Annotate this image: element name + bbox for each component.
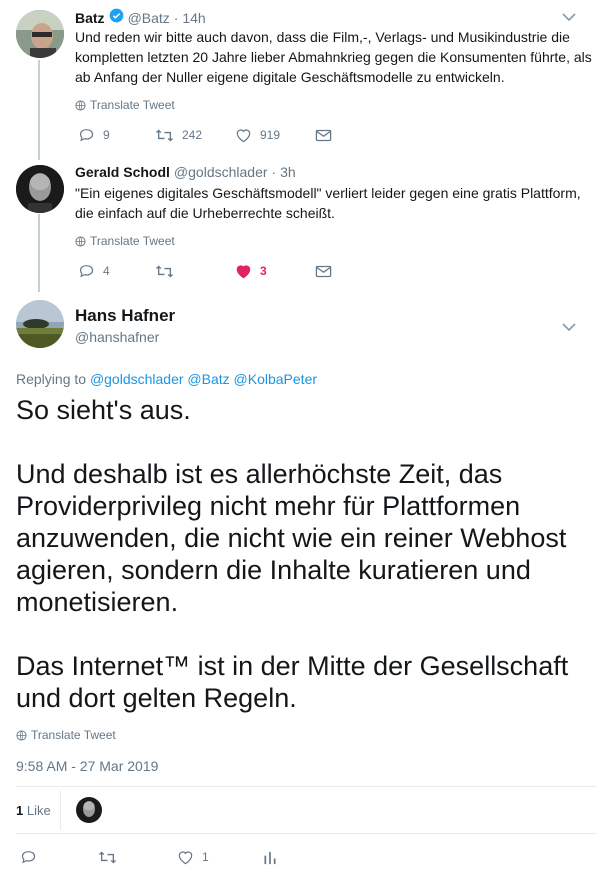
- retweet-button[interactable]: [98, 850, 177, 865]
- like-stat-count: 1: [16, 803, 24, 818]
- mail-icon: [315, 265, 332, 277]
- divider: [16, 786, 597, 787]
- replying-to: Replying to @goldschlader @Batz @KolbaPe…: [16, 371, 317, 387]
- dm-button[interactable]: [315, 265, 332, 278]
- like-button[interactable]: 3: [235, 264, 315, 279]
- tweet-paragraph: Das Internet™ ist in der Mitte der Gesel…: [16, 651, 569, 713]
- translate-tweet-link[interactable]: Translate Tweet: [16, 728, 116, 742]
- avatar-image: [16, 10, 64, 58]
- reply-icon: [79, 265, 94, 278]
- tweet-timestamp[interactable]: 9:58 AM - 27 Mar 2019: [16, 758, 158, 774]
- reply-icon: [79, 129, 94, 142]
- translate-tweet-link[interactable]: Translate Tweet: [75, 234, 175, 248]
- avatar-batz[interactable]: [16, 10, 64, 58]
- author-name[interactable]: Gerald Schodl: [75, 164, 170, 180]
- globe-icon: [16, 729, 27, 741]
- tweet2-header: Gerald Schodl @goldschlader · 3h: [75, 164, 296, 180]
- avatar-image: [16, 300, 64, 348]
- replying-prefix: Replying to: [16, 371, 87, 387]
- dm-button[interactable]: [315, 129, 332, 142]
- divider: [16, 833, 597, 834]
- liker-avatar[interactable]: [76, 797, 102, 823]
- translate-label: Translate Tweet: [31, 728, 116, 742]
- thread-line-2: [38, 214, 40, 292]
- verified-badge-icon: [109, 8, 124, 28]
- reply-count: 9: [103, 128, 110, 142]
- avatar-image: [16, 165, 64, 213]
- globe-icon: [75, 99, 86, 111]
- like-count: 919: [260, 128, 281, 142]
- like-stats[interactable]: 1 Like: [16, 803, 51, 818]
- tweet-text: "Ein eigenes digitales Geschäftsmodell" …: [75, 185, 581, 221]
- reply-button[interactable]: 4: [78, 263, 155, 279]
- reply-count: 4: [103, 264, 110, 278]
- heart-icon: [236, 264, 251, 278]
- retweet-button[interactable]: 242: [155, 128, 235, 143]
- chevron-down-icon[interactable]: [562, 322, 576, 332]
- thread-line-1: [38, 60, 40, 160]
- translate-label: Translate Tweet: [90, 98, 175, 112]
- retweet-icon: [155, 128, 174, 142]
- reply-icon: [21, 851, 36, 864]
- main-tweet-text: So sieht's aus. Und deshalb ist es aller…: [16, 394, 601, 746]
- author-handle[interactable]: @Batz: [128, 10, 170, 26]
- tweet2-actions: 4 3: [78, 263, 332, 279]
- stats-separator: [60, 790, 61, 830]
- author-name[interactable]: Batz: [75, 10, 105, 26]
- tweet-paragraph: So sieht's aus.: [16, 395, 191, 425]
- tweet-time[interactable]: · 3h: [272, 164, 296, 180]
- like-count: 3: [260, 264, 267, 278]
- main-author-name[interactable]: Hans Hafner: [75, 306, 175, 326]
- globe-icon: [75, 235, 86, 247]
- translate-label: Translate Tweet: [90, 234, 175, 248]
- main-tweet-actions: 1: [20, 849, 277, 865]
- avatar-gerald-schodl[interactable]: [16, 165, 64, 213]
- retweet-count: 242: [182, 128, 203, 142]
- tweet1-header: Batz @Batz · 14h: [75, 8, 206, 28]
- heart-icon: [236, 128, 251, 142]
- like-button[interactable]: 1: [177, 850, 263, 865]
- replying-to-links[interactable]: @goldschlader @Batz @KolbaPeter: [90, 371, 317, 387]
- retweet-icon: [98, 850, 117, 864]
- retweet-icon: [155, 264, 174, 278]
- retweet-button[interactable]: [155, 264, 235, 279]
- analytics-button[interactable]: [263, 850, 277, 865]
- heart-icon: [178, 850, 193, 864]
- tweet-time[interactable]: · 14h: [174, 10, 206, 26]
- liker-avatar-image: [76, 797, 102, 823]
- like-button[interactable]: 919: [235, 128, 315, 143]
- mail-icon: [315, 129, 332, 141]
- translate-tweet-link[interactable]: Translate Tweet: [75, 98, 175, 112]
- tweet-text: Und reden wir bitte auch davon, dass die…: [75, 29, 592, 85]
- like-count: 1: [202, 850, 209, 864]
- author-handle[interactable]: @goldschlader: [174, 164, 268, 180]
- avatar-hans-hafner[interactable]: [16, 300, 64, 348]
- analytics-icon: [264, 851, 276, 864]
- main-author-handle[interactable]: @hanshafner: [75, 329, 159, 345]
- tweet1-actions: 9 242 919: [78, 127, 332, 143]
- chevron-down-icon[interactable]: [562, 12, 576, 22]
- like-stat-label: Like: [26, 803, 51, 818]
- reply-button[interactable]: [20, 849, 98, 865]
- tweet-paragraph: Und deshalb ist es allerhöchste Zeit, da…: [16, 459, 567, 617]
- reply-button[interactable]: 9: [78, 127, 155, 143]
